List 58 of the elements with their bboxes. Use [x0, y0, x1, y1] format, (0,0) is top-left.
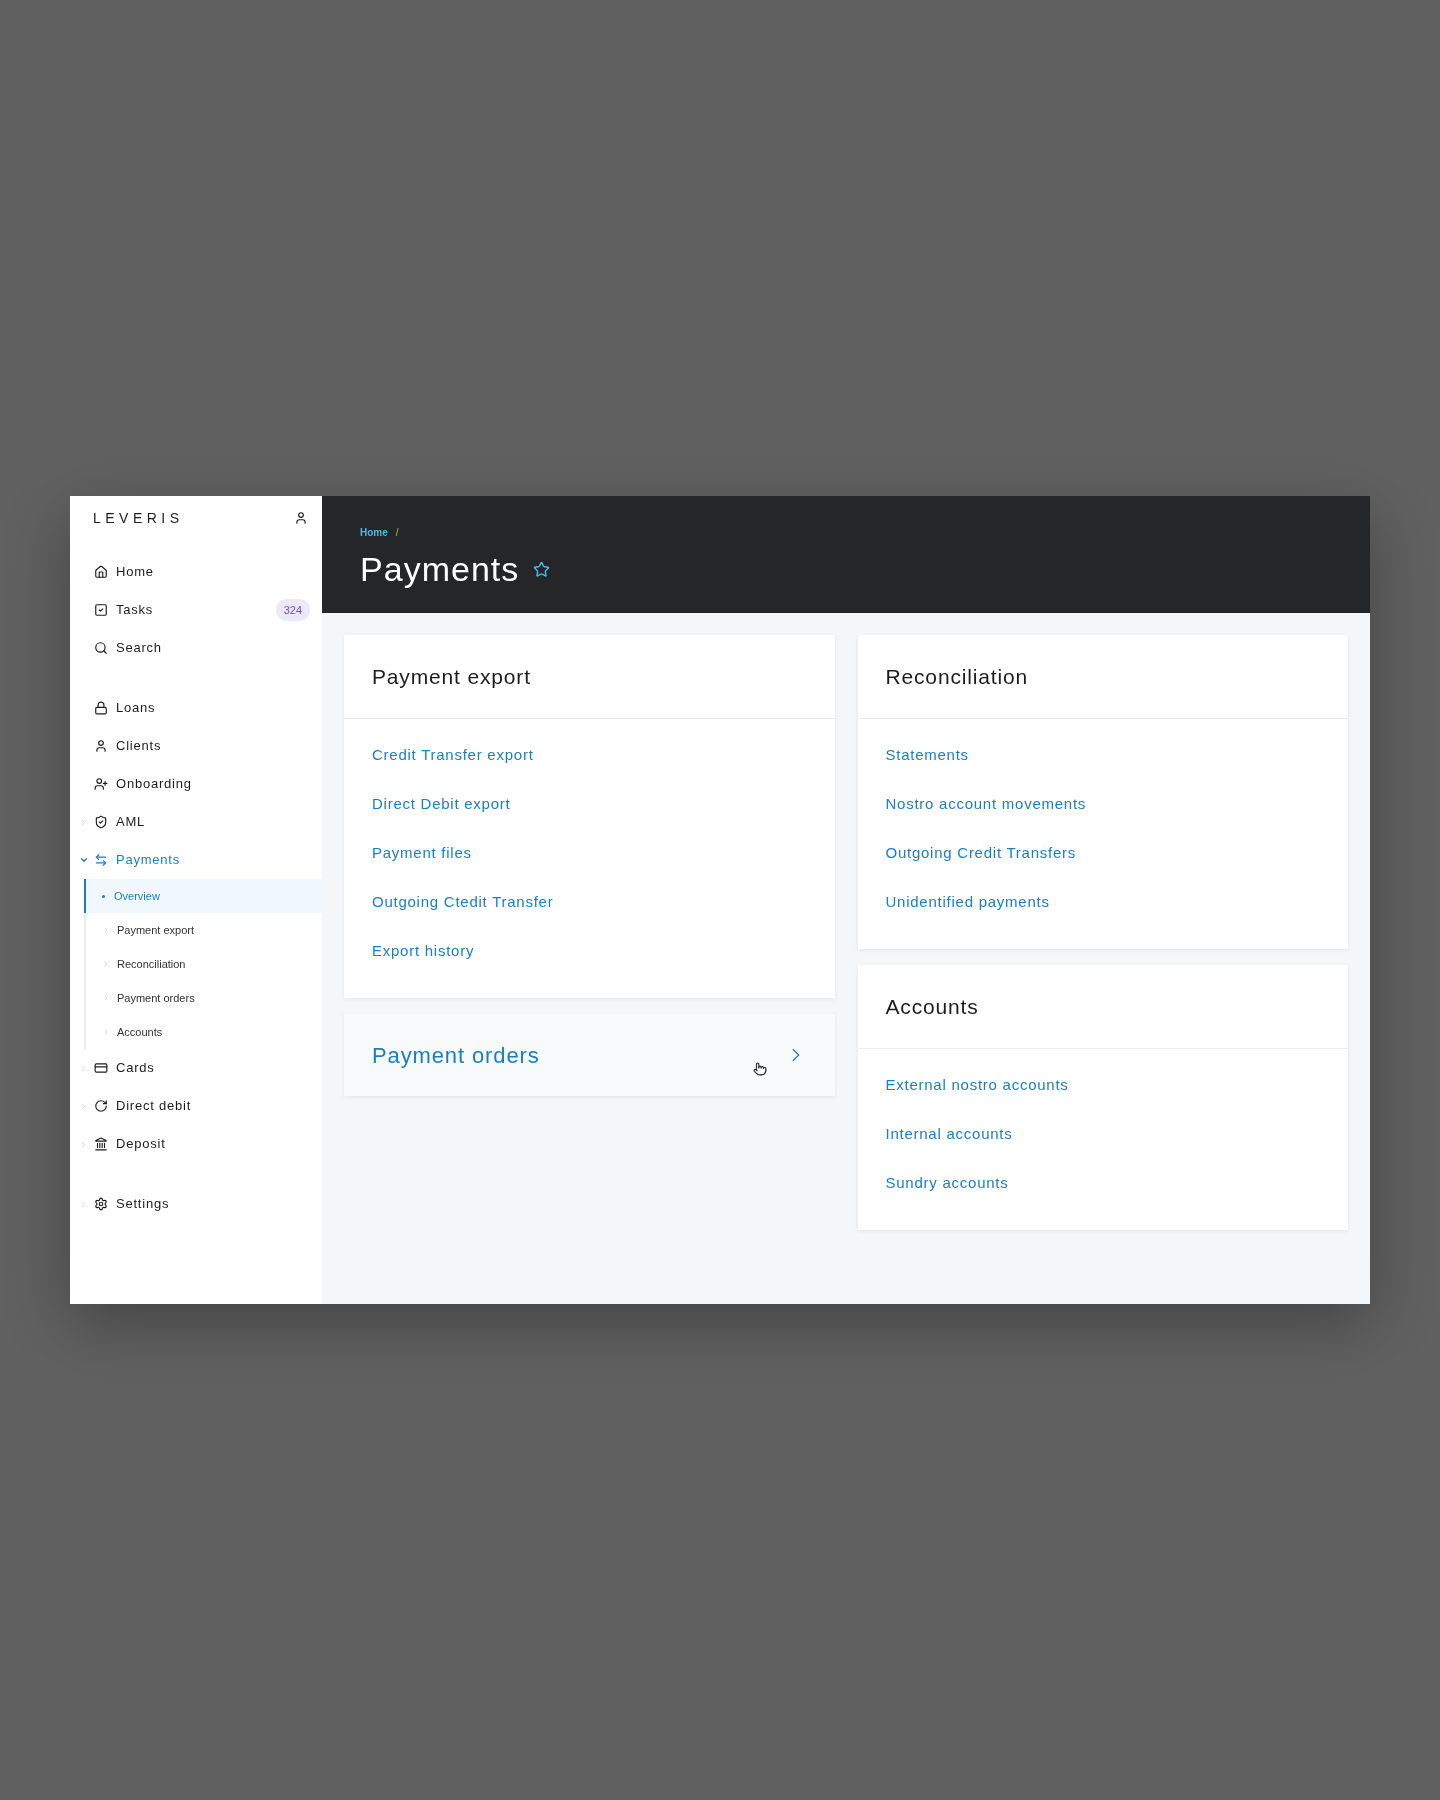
card-link[interactable]: Statements — [885, 744, 969, 767]
nav-item[interactable]: Deposit — [94, 1134, 166, 1154]
card-link[interactable]: Outgoing Credit Transfers — [885, 842, 1076, 865]
settings-icon — [94, 1197, 108, 1211]
refresh-icon — [94, 1099, 108, 1113]
shield-icon — [94, 815, 108, 829]
transfer-icon — [94, 853, 108, 867]
chevron-icon — [102, 926, 110, 934]
sub-nav-item[interactable]: Accounts — [84, 1015, 322, 1049]
payment-orders-card[interactable]: Payment orders — [344, 1014, 835, 1096]
checkbox-icon — [94, 603, 108, 617]
card-link[interactable]: Outgoing Ctedit Transfer — [372, 891, 554, 914]
logo: LEVERIS — [93, 508, 184, 528]
lock-icon — [94, 701, 108, 715]
nav-item[interactable]: Settings — [94, 1194, 170, 1214]
page-title: Payments — [360, 549, 520, 590]
card-link[interactable]: Export history — [372, 940, 475, 963]
card-title: Reconciliation — [885, 663, 1028, 690]
sub-nav-item[interactable]: Reconciliation — [84, 947, 322, 981]
chevron-icon[interactable] — [79, 855, 89, 865]
nav-item[interactable]: Cards — [94, 1058, 155, 1078]
sub-nav-item[interactable]: Payment orders — [84, 981, 322, 1015]
card-title: Payment export — [372, 663, 531, 690]
card-link[interactable]: External nostro accounts — [885, 1074, 1069, 1097]
card-link[interactable]: Credit Transfer export — [372, 744, 534, 767]
user-add-icon — [94, 777, 108, 791]
nav-item[interactable]: Tasks — [94, 600, 154, 620]
user-icon[interactable] — [294, 511, 308, 525]
user-icon — [94, 739, 108, 753]
nav-item[interactable]: Search — [94, 638, 162, 658]
nav-item[interactable]: AML — [94, 812, 146, 832]
home-icon — [94, 565, 108, 579]
card-link[interactable]: Nostro account movements — [885, 793, 1087, 816]
breadcrumb-separator: / — [395, 526, 399, 540]
search-icon — [94, 641, 108, 655]
nav-item[interactable]: Loans — [94, 698, 156, 718]
chevron-icon — [102, 994, 110, 1002]
bank-icon — [94, 1137, 108, 1151]
card-link[interactable]: Unidentified payments — [885, 891, 1050, 914]
nav-item[interactable]: Onboarding — [94, 774, 192, 794]
nav-item[interactable]: Home — [94, 562, 154, 582]
card-title: Accounts — [885, 993, 979, 1020]
card-link[interactable]: Direct Debit export — [372, 793, 511, 816]
card-link[interactable]: Payment files — [372, 842, 472, 865]
nav-item[interactable]: Payments — [94, 850, 181, 870]
sub-nav-item[interactable]: Payment export — [84, 913, 322, 947]
card-icon — [94, 1061, 108, 1075]
star-icon[interactable] — [533, 561, 551, 578]
pointer-icon — [753, 1062, 767, 1076]
nav-item[interactable]: Clients — [94, 736, 162, 756]
chevron-icon — [102, 960, 110, 968]
breadcrumb-link[interactable]: Home — [360, 525, 388, 540]
sub-nav-item[interactable]: Overview — [84, 879, 322, 913]
card-link[interactable]: Internal accounts — [885, 1123, 1013, 1146]
card-link[interactable]: Sundry accounts — [885, 1172, 1009, 1195]
nav-item[interactable]: Direct debit — [94, 1096, 192, 1116]
count-badge: 324 — [275, 598, 310, 622]
chevron-icon — [102, 1028, 110, 1036]
